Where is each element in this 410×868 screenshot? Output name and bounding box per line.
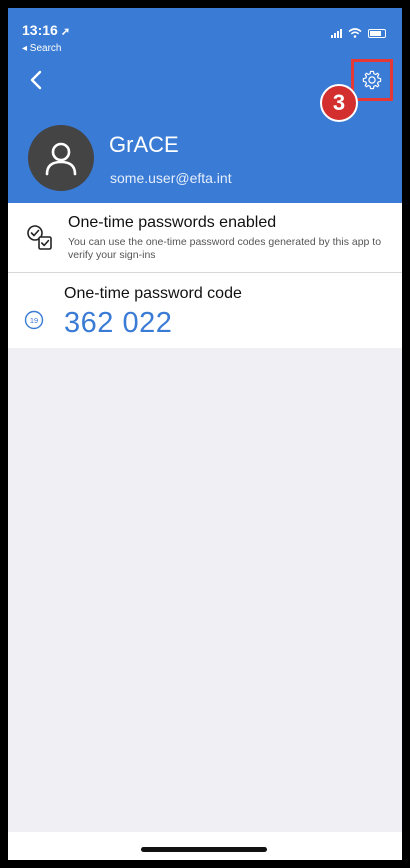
otp-enabled-title: One-time passwords enabled: [68, 214, 277, 231]
cellular-signal-icon: [331, 28, 342, 38]
home-indicator[interactable]: [141, 847, 267, 852]
otp-code-row[interactable]: 19 One-time password code 362 022: [8, 273, 402, 348]
battery-icon: [368, 28, 386, 38]
chevron-left-icon[interactable]: [26, 68, 48, 92]
status-icons: [331, 28, 386, 38]
gear-icon: [362, 70, 382, 90]
status-time: 13:16 ➚: [22, 22, 70, 38]
otp-enabled-description: You can use the one-time password codes …: [68, 236, 382, 261]
wifi-icon: [348, 28, 362, 38]
home-indicator-area: [8, 832, 402, 860]
timer-seconds: 19: [30, 316, 38, 325]
phone-screen: 13:16 ➚ ◂ Search 3 GrACE some.user@efta.…: [8, 8, 402, 860]
step-marker-badge: 3: [320, 84, 358, 122]
account-header: 13:16 ➚ ◂ Search 3 GrACE some.user@efta.…: [8, 8, 402, 203]
avatar: [28, 125, 94, 191]
otp-code-title: One-time password code: [64, 285, 242, 302]
account-email: some.user@efta.int: [110, 170, 232, 186]
account-name: GrACE: [109, 132, 179, 157]
countdown-timer-icon: 19: [24, 310, 44, 330]
person-icon: [45, 142, 77, 176]
otp-enabled-row[interactable]: One-time passwords enabled You can use t…: [8, 203, 402, 273]
back-to-app-link[interactable]: ◂ Search: [22, 43, 61, 54]
status-time-text: 13:16: [22, 22, 58, 38]
settings-button[interactable]: [351, 59, 393, 101]
location-arrow-icon: ➚: [60, 26, 71, 38]
checkbox-pair-icon: [27, 225, 52, 250]
otp-code-value[interactable]: 362 022: [64, 307, 172, 340]
